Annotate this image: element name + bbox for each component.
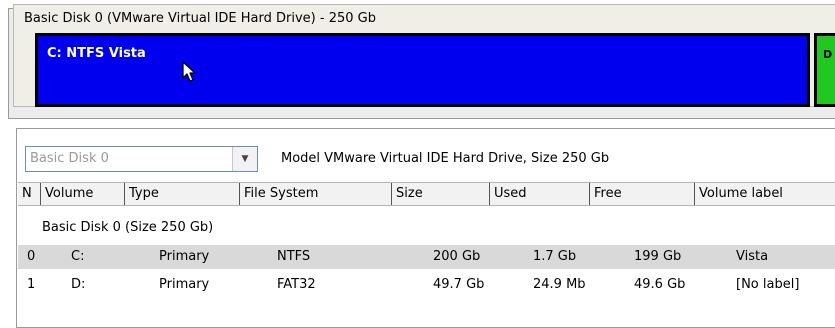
column-header-file-system[interactable]: File System [239,183,391,205]
partition-c-block[interactable]: C: NTFS Vista [35,33,810,107]
column-header-used[interactable]: Used [489,183,589,205]
cell-n: 1 [27,277,36,292]
table-row[interactable]: 1 D: Primary FAT32 49.7 Gb 24.9 Mb 49.6 … [18,273,835,297]
table-header: N Volume Type File System Size Used Free… [18,182,835,206]
cell-used: 24.9 Mb [533,277,586,292]
cell-used: 1.7 Gb [533,249,577,264]
cell-fs: FAT32 [277,277,316,292]
cell-n: 0 [27,249,36,264]
column-header-free[interactable]: Free [589,183,694,205]
cell-free: 49.6 Gb [634,277,686,292]
cell-label: [No label] [736,277,800,292]
cell-volume: C: [71,249,85,264]
cell-free: 199 Gb [634,249,682,264]
cell-type: Primary [159,277,210,292]
mouse-pointer-icon [182,61,196,82]
disk-model-info: Model VMware Virtual IDE Hard Drive, Siz… [281,151,610,166]
cell-type: Primary [159,249,210,264]
column-header-type[interactable]: Type [124,183,239,205]
cell-fs: NTFS [277,249,311,264]
disk-map-title: Basic Disk 0 (VMware Virtual IDE Hard Dr… [24,11,376,26]
column-header-size[interactable]: Size [391,183,489,205]
cell-size: 200 Gb [433,249,481,264]
partition-d-label: D [823,48,833,61]
cell-size: 49.7 Gb [433,277,485,292]
column-header-volume[interactable]: Volume [40,183,124,205]
cell-volume: D: [71,277,86,292]
column-header-n[interactable]: N [18,183,40,205]
disk-group-row[interactable]: Basic Disk 0 (Size 250 Gb) [42,220,213,235]
disk-select-dropdown[interactable]: Basic Disk 0 ▼ [25,146,258,172]
cell-label: Vista [736,249,769,264]
chevron-down-icon[interactable]: ▼ [232,147,257,171]
partition-d-block[interactable]: D [814,33,835,107]
table-row[interactable]: 0 C: Primary NTFS 200 Gb 1.7 Gb 199 Gb V… [18,245,835,269]
column-header-volume-label[interactable]: Volume label [694,183,835,205]
partition-c-label: C: NTFS Vista [47,46,146,61]
disk-select-value: Basic Disk 0 [30,151,109,166]
